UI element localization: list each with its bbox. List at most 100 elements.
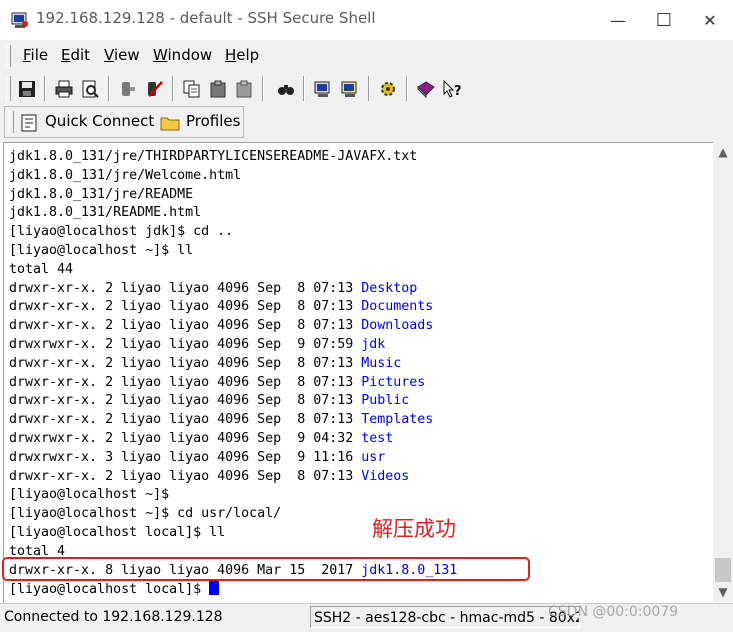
- context-help-icon[interactable]: ?: [442, 79, 462, 99]
- minimize-button[interactable]: —: [595, 0, 641, 40]
- maximize-button[interactable]: ☐: [641, 0, 687, 40]
- annotation-text: 解压成功: [372, 517, 456, 541]
- scrollbar-thumb[interactable]: [715, 558, 731, 582]
- terminal-line-text: jdk1.8.0_131/jre/THIRDPARTYLICENSEREADME…: [9, 149, 418, 164]
- watermark-text: CSDN @00:0:0079: [548, 604, 679, 620]
- print-icon[interactable]: [54, 79, 74, 99]
- svg-text:?: ?: [454, 84, 462, 99]
- scroll-up-arrow-icon[interactable]: ▲: [713, 142, 733, 162]
- terminal-scrollbar[interactable]: ▲ ▼: [713, 142, 733, 602]
- toolbar-separator: [303, 76, 305, 101]
- terminal-line: drwxrwxr-x. 3 liyao liyao 4096 Sep 9 11:…: [9, 449, 457, 468]
- toolbar-separator: [44, 76, 46, 101]
- folder-icon[interactable]: [160, 113, 180, 133]
- window-title: 192.168.129.128 - default - SSH Secure S…: [36, 9, 376, 27]
- disconnect-icon[interactable]: [118, 79, 138, 99]
- terminal-line-text: drwxrwxr-x. 2 liyao liyao 4096 Sep 9 07:…: [9, 336, 362, 352]
- terminal-line-text: [liyao@localhost local]$ ll: [9, 524, 226, 540]
- terminal-line-text: [liyao@localhost ~]$: [9, 487, 170, 503]
- print-preview-icon[interactable]: [80, 79, 100, 99]
- quick-connect-button[interactable]: Quick Connect: [45, 112, 154, 130]
- help-book-icon[interactable]: [416, 79, 436, 99]
- directory-name: test: [361, 430, 394, 446]
- directory-name: Pictures: [361, 374, 426, 390]
- terminal-line-text: [liyao@localhost ~]$ ll: [9, 242, 194, 258]
- title-bar: 192.168.129.128 - default - SSH Secure S…: [0, 0, 733, 41]
- directory-name: usr: [361, 449, 386, 465]
- terminal-line: drwxr-xr-x. 2 liyao liyao 4096 Sep 8 07:…: [9, 392, 457, 411]
- connect-icon[interactable]: [145, 79, 165, 99]
- save-icon[interactable]: [17, 79, 37, 99]
- directory-name: Videos: [361, 468, 410, 484]
- toolbar-grip[interactable]: [6, 76, 11, 101]
- new-terminal-icon[interactable]: [313, 79, 333, 99]
- toolbar-separator: [262, 76, 264, 101]
- profiles-button[interactable]: Profiles: [186, 112, 240, 130]
- terminal-line-text: [liyao@localhost jdk]$ cd ..: [9, 224, 234, 240]
- terminal-area[interactable]: jdk1.8.0_131/jre/THIRDPARTYLICENSEREADME…: [3, 142, 714, 603]
- terminal-line-text: total 44: [9, 261, 74, 277]
- directory-name: jdk: [361, 336, 386, 352]
- menu-help[interactable]: Help: [225, 46, 259, 64]
- ssh-app-icon: [11, 12, 28, 28]
- terminal-cursor: [209, 580, 220, 596]
- terminal-line: drwxr-xr-x. 2 liyao liyao 4096 Sep 8 07:…: [9, 280, 457, 299]
- terminal-line: [liyao@localhost ~]$: [9, 486, 457, 505]
- status-connection: Connected to 192.168.129.128: [4, 609, 223, 625]
- terminal-line: jdk1.8.0_131/README.html: [9, 204, 457, 223]
- terminal-line: drwxr-xr-x. 2 liyao liyao 4096 Sep 8 07:…: [9, 468, 457, 487]
- terminal-line-text: jdk1.8.0_131/jre/README: [9, 186, 194, 202]
- terminal-line-text: drwxr-xr-x. 2 liyao liyao 4096 Sep 8 07:…: [9, 280, 362, 296]
- terminal-line-text: jdk1.8.0_131/README.html: [9, 205, 202, 221]
- file-transfer-icon[interactable]: [340, 79, 360, 99]
- terminal-line-text: drwxr-xr-x. 2 liyao liyao 4096 Sep 8 07:…: [9, 393, 362, 409]
- directory-name: Documents: [361, 299, 434, 315]
- terminal-line: drwxr-xr-x. 2 liyao liyao 4096 Sep 8 07:…: [9, 317, 457, 336]
- terminal-line: jdk1.8.0_131/jre/README: [9, 186, 457, 205]
- terminal-line-text: drwxrwxr-x. 3 liyao liyao 4096 Sep 9 11:…: [9, 449, 362, 465]
- terminal-line-text: drwxr-xr-x. 2 liyao liyao 4096 Sep 8 07:…: [9, 318, 362, 334]
- terminal-line: [liyao@localhost local]$: [9, 580, 457, 599]
- menu-file[interactable]: File: [23, 46, 48, 64]
- annotation-highlight-box: [2, 557, 530, 581]
- terminal-line: jdk1.8.0_131/jre/Welcome.html: [9, 167, 457, 186]
- terminal-line: drwxr-xr-x. 2 liyao liyao 4096 Sep 8 07:…: [9, 374, 457, 393]
- terminal-line: drwxr-xr-x. 2 liyao liyao 4096 Sep 8 07:…: [9, 411, 457, 430]
- terminal-line-text: drwxr-xr-x. 2 liyao liyao 4096 Sep 8 07:…: [9, 468, 362, 484]
- terminal-line-text: drwxrwxr-x. 2 liyao liyao 4096 Sep 9 04:…: [9, 430, 362, 446]
- terminal-line: [liyao@localhost jdk]$ cd ..: [9, 223, 457, 242]
- directory-name: Downloads: [361, 318, 434, 334]
- toolbar-separator: [368, 76, 370, 101]
- terminal-line: drwxr-xr-x. 2 liyao liyao 4096 Sep 8 07:…: [9, 298, 457, 317]
- menu-view[interactable]: View: [104, 46, 140, 64]
- paste-alt-icon[interactable]: [234, 79, 254, 99]
- status-cipher: SSH2 - aes128-cbc - hmac-md5 - 80x24: [310, 606, 580, 628]
- terminal-line: drwxrwxr-x. 2 liyao liyao 4096 Sep 9 04:…: [9, 430, 457, 449]
- close-button[interactable]: ✕: [687, 0, 733, 40]
- directory-name: Templates: [361, 412, 434, 428]
- terminal-line-text: drwxr-xr-x. 2 liyao liyao 4096 Sep 8 07:…: [9, 374, 362, 390]
- quick-connect-icon[interactable]: [20, 113, 40, 133]
- menu-window[interactable]: Window: [153, 46, 212, 64]
- toolbar-separator: [108, 76, 110, 101]
- terminal-line-text: drwxr-xr-x. 2 liyao liyao 4096 Sep 8 07:…: [9, 299, 362, 315]
- terminal-line-text: drwxr-xr-x. 2 liyao liyao 4096 Sep 8 07:…: [9, 355, 362, 371]
- terminal-line: drwxr-xr-x. 2 liyao liyao 4096 Sep 8 07:…: [9, 355, 457, 374]
- terminal-line-text: jdk1.8.0_131/jre/Welcome.html: [9, 167, 242, 183]
- terminal-line: total 44: [9, 261, 457, 280]
- menu-bar-grip[interactable]: [6, 45, 11, 67]
- directory-name: Desktop: [361, 280, 418, 296]
- terminal-line: [liyao@localhost ~]$ ll: [9, 242, 457, 261]
- toolbar-separator: [172, 76, 174, 101]
- menu-edit[interactable]: Edit: [61, 46, 90, 64]
- settings-icon[interactable]: [378, 79, 398, 99]
- connect-toolbar-grip[interactable]: [9, 111, 14, 133]
- copy-icon[interactable]: [182, 79, 202, 99]
- paste-icon[interactable]: [208, 79, 228, 99]
- directory-name: Music: [361, 355, 402, 371]
- terminal-line: jdk1.8.0_131/jre/THIRDPARTYLICENSEREADME…: [9, 148, 457, 167]
- scroll-down-arrow-icon[interactable]: ▼: [713, 582, 733, 602]
- terminal-line-text: [liyao@localhost ~]$ cd usr/local/: [9, 506, 282, 522]
- find-icon[interactable]: [276, 79, 296, 99]
- terminal-line-text: [liyao@localhost local]$: [9, 582, 210, 598]
